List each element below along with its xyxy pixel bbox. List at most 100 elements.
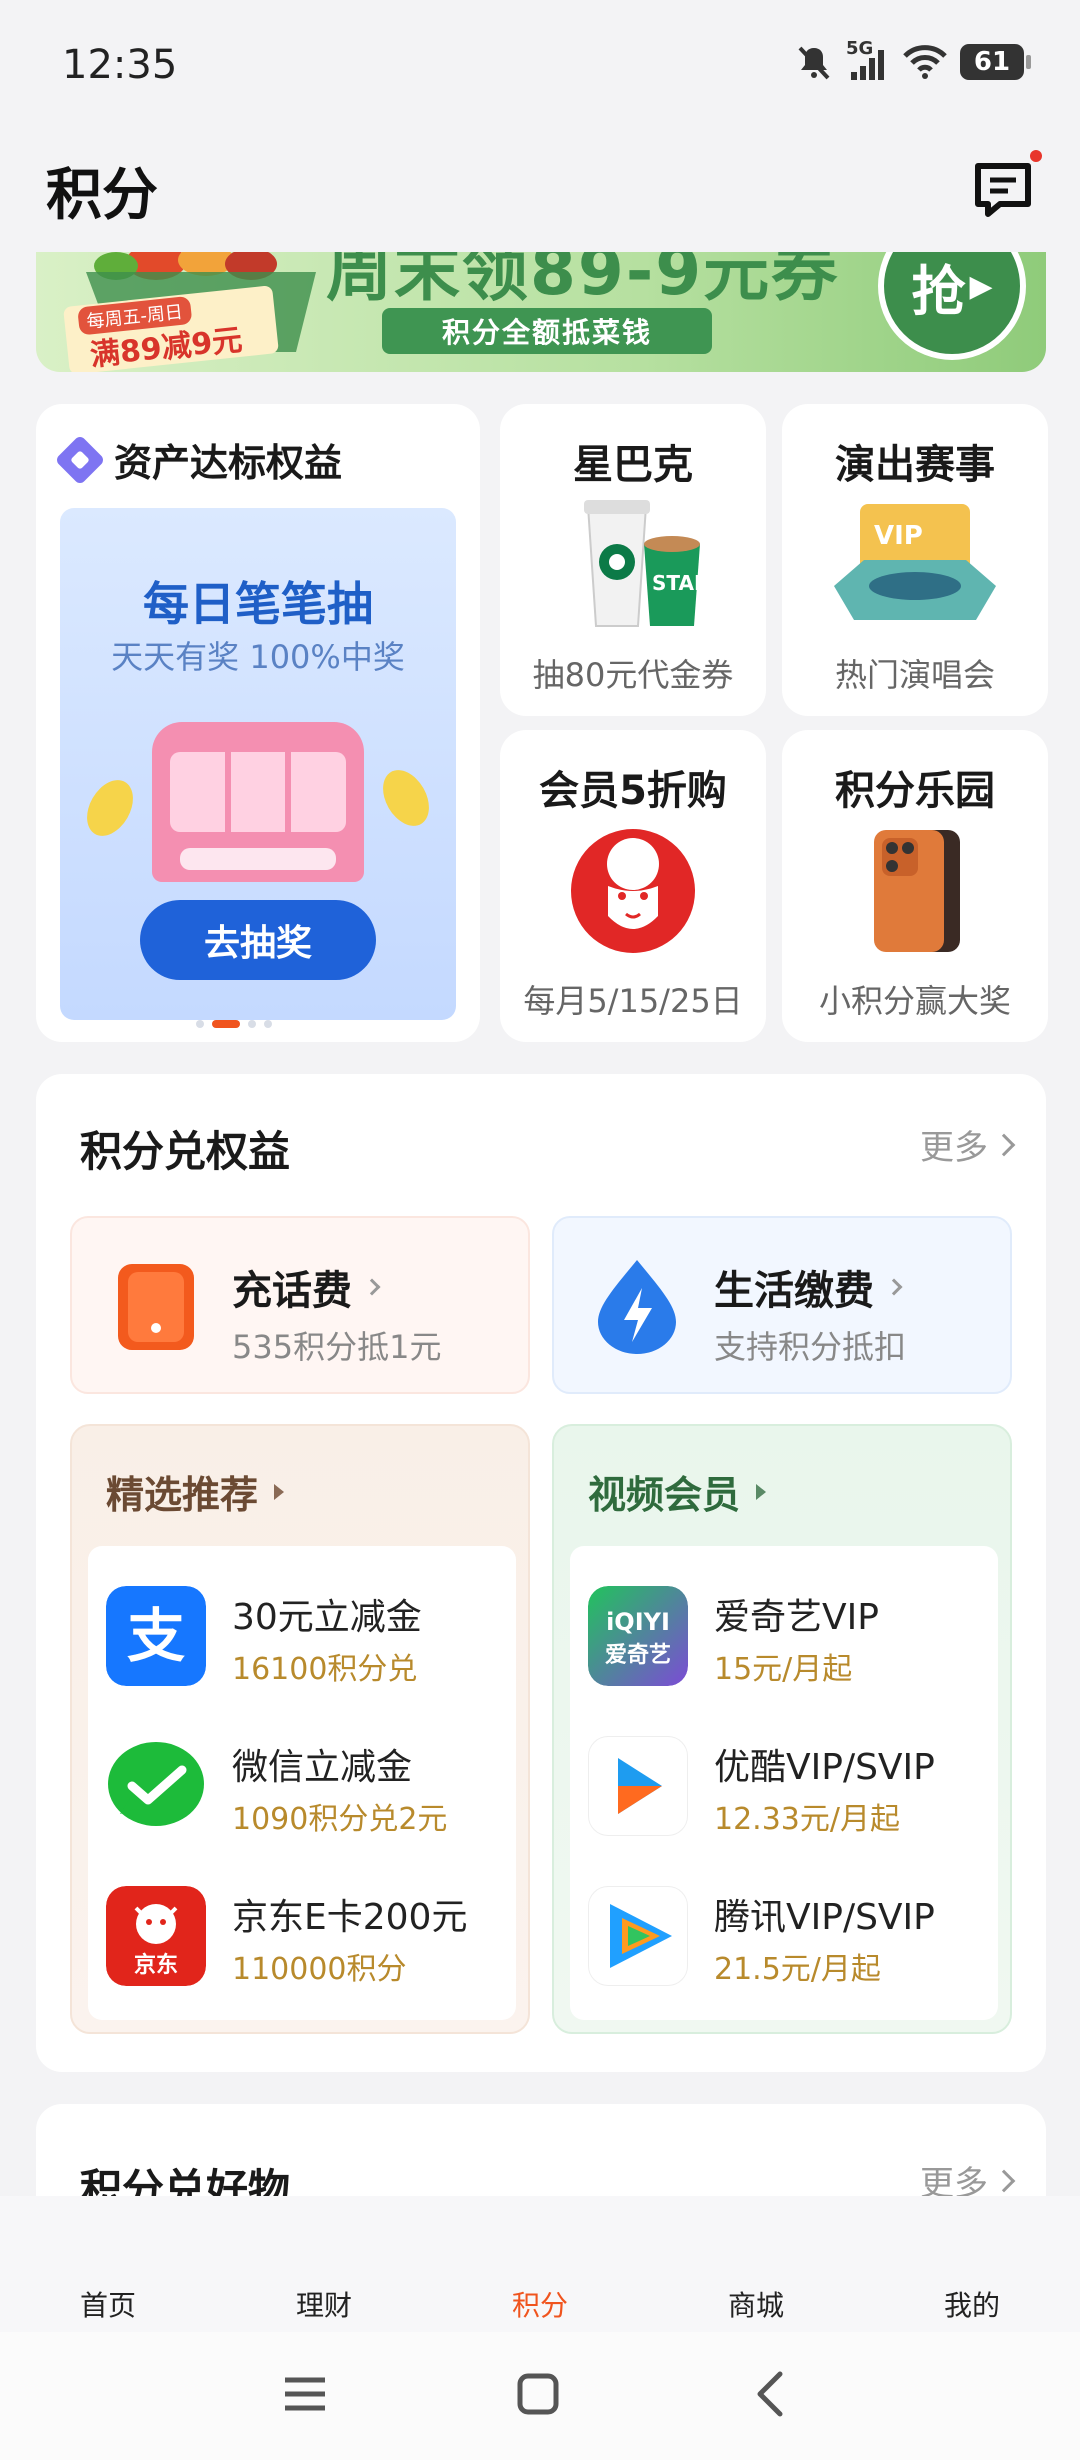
- mini-card-subtitle: 每月5/15/25日: [523, 982, 743, 1020]
- video-header[interactable]: 视频会员: [588, 1464, 767, 1519]
- chevron-right-icon: [885, 1278, 903, 1296]
- list-item[interactable]: 优酷VIP/SVIP 12.33元/月起: [588, 1732, 988, 1840]
- triangle-right-icon: [274, 1483, 285, 1500]
- mute-icon: [798, 46, 830, 80]
- bottom-tab-bar: 首页 理财 积分 商城 我的: [0, 2196, 1080, 2332]
- phone-prize-icon: [874, 830, 960, 952]
- slot-machine-icon: [152, 722, 364, 882]
- item-name: 腾讯VIP/SVIP: [714, 1897, 935, 1938]
- message-button[interactable]: [970, 150, 1042, 222]
- svg-text:STAR: STAR: [652, 571, 709, 595]
- recharge-label: 充话费: [232, 1268, 352, 1314]
- status-time: 12:35: [62, 42, 178, 88]
- triangle-right-icon: [756, 1483, 767, 1500]
- menu-icon[interactable]: [282, 2374, 328, 2414]
- list-item[interactable]: 支 30元立减金 16100积分兑: [106, 1582, 506, 1690]
- item-price: 16100积分兑: [232, 1652, 418, 1687]
- mini-card-subtitle: 热门演唱会: [834, 656, 995, 694]
- tab-mine[interactable]: 我的: [912, 2284, 1032, 2324]
- play-arrow-icon: ▶: [969, 268, 993, 304]
- chevron-right-icon: [992, 1133, 1016, 1156]
- page-title: 积分: [46, 163, 158, 228]
- mini-card-title: 星巴克: [573, 442, 693, 488]
- daily-draw-promo[interactable]: 每日笔笔抽 天天有奖 100%中奖 去抽奖: [60, 508, 456, 1020]
- system-nav-bar: [0, 2332, 1080, 2460]
- video-title: 视频会员: [588, 1473, 741, 1517]
- grab-label: 抢: [911, 259, 966, 323]
- item-price: 1090积分兑2元: [232, 1802, 448, 1837]
- svg-text:爱奇艺: 爱奇艺: [605, 1642, 671, 1668]
- tencent-video-icon: [588, 1886, 688, 1986]
- item-price: 21.5元/月起: [714, 1952, 881, 1987]
- list-item[interactable]: iQIYI 爱奇艺 爱奇艺VIP 15元/月起: [588, 1582, 988, 1690]
- back-icon[interactable]: [752, 2370, 788, 2418]
- tab-wealth[interactable]: 理财: [264, 2284, 384, 2324]
- grab-button[interactable]: 抢 ▶: [878, 252, 1026, 360]
- svg-text:支: 支: [127, 1602, 185, 1670]
- message-icon: [975, 163, 1031, 217]
- tab-home[interactable]: 首页: [48, 2284, 168, 2324]
- mini-card-title: 积分乐园: [835, 768, 995, 814]
- battery-icon: 61: [960, 44, 1031, 80]
- svg-text:iQIYI: iQIYI: [606, 1608, 670, 1636]
- featured-title: 精选推荐: [106, 1473, 259, 1517]
- home-square-icon[interactable]: [516, 2372, 560, 2416]
- notification-dot: [1030, 150, 1042, 162]
- utility-title: 生活缴费: [714, 1258, 903, 1316]
- recharge-desc: 535积分抵1元: [232, 1328, 442, 1366]
- item-name: 微信立减金: [232, 1747, 413, 1788]
- list-item[interactable]: 微信立减金 1090积分兑2元: [106, 1732, 506, 1840]
- utility-label: 生活缴费: [714, 1268, 874, 1314]
- item-price: 12.33元/月起: [714, 1802, 900, 1837]
- youku-icon: [588, 1736, 688, 1836]
- promo-subtitle: 天天有奖 100%中奖: [111, 638, 405, 676]
- jd-icon: 京东: [106, 1886, 206, 1986]
- promo-banner[interactable]: 每周五-周日 满89减9元 周末领89-9元券 积分全额抵菜钱 抢 ▶: [36, 252, 1046, 372]
- promo-title: 每日笔笔抽: [143, 577, 373, 631]
- coffee-cups-icon: STAR: [584, 500, 709, 627]
- more-label: 更多: [920, 1128, 988, 1168]
- list-item[interactable]: 京东 京东E卡200元 110000积分: [106, 1882, 506, 1990]
- recharge-card[interactable]: 充话费 535积分抵1元: [70, 1216, 530, 1394]
- tab-mall[interactable]: 商城: [696, 2284, 816, 2324]
- diamond-icon: [54, 434, 106, 485]
- stadium-ticket-icon: VIP: [834, 504, 996, 620]
- video-membership-box: 视频会员 iQIYI 爱奇艺 爱奇艺VIP 15元/月起 优酷VIP/SVIP 1…: [552, 1424, 1012, 2034]
- mini-card-shows[interactable]: 演出赛事 VIP 热门演唱会: [782, 404, 1048, 716]
- asset-card-header: 资产达标权益: [54, 432, 343, 487]
- mini-card-subtitle: 抽80元代金券: [532, 656, 734, 694]
- banner-headline: 周末领89-9元券: [326, 252, 840, 310]
- chevron-right-icon: [992, 2169, 1016, 2192]
- mini-card-points-park[interactable]: 积分乐园 小积分赢大奖: [782, 730, 1048, 1042]
- recharge-title: 充话费: [232, 1258, 381, 1316]
- featured-list: 支 30元立减金 16100积分兑 微信立减金 1090积分兑2元 京东 京东E…: [88, 1546, 516, 2020]
- item-price: 110000积分: [232, 1952, 407, 1987]
- tab-points[interactable]: 积分: [480, 2284, 600, 2324]
- redeem-benefits-section: 积分兑权益 更多 充话费 535积分抵1元 生活缴费 支持积分抵扣 精选推荐 支…: [36, 1074, 1046, 2072]
- draw-button[interactable]: 去抽奖: [140, 900, 376, 980]
- carousel-indicator: [196, 1020, 272, 1028]
- status-icons: 5G 61: [794, 38, 1031, 84]
- signal-icon: 5G: [846, 38, 890, 82]
- coin-icon: [373, 762, 439, 834]
- chevron-right-icon: [363, 1278, 381, 1296]
- utility-payment-card[interactable]: 生活缴费 支持积分抵扣: [552, 1216, 1012, 1394]
- status-bar: 12:35 5G 61: [0, 0, 1080, 130]
- list-item[interactable]: 腾讯VIP/SVIP 21.5元/月起: [588, 1882, 988, 1990]
- section-title: 积分兑权益: [80, 1127, 291, 1176]
- svg-text:京东: 京东: [134, 1952, 178, 1978]
- more-link[interactable]: 更多: [920, 1120, 1016, 1169]
- mini-card-member-discount[interactable]: 会员5折购 每月5/15/25日: [500, 730, 766, 1042]
- mini-card-starbucks[interactable]: 星巴克 STAR 抽80元代金券: [500, 404, 766, 716]
- lightning-drop-icon: [598, 1260, 676, 1354]
- item-name: 爱奇艺VIP: [714, 1597, 879, 1638]
- wifi-icon: [903, 45, 947, 79]
- video-list: iQIYI 爱奇艺 爱奇艺VIP 15元/月起 优酷VIP/SVIP 12.33元…: [570, 1546, 998, 2020]
- asset-benefit-card[interactable]: 资产达标权益 每日笔笔抽 天天有奖 100%中奖 去抽奖: [36, 404, 480, 1042]
- featured-header[interactable]: 精选推荐: [106, 1464, 285, 1519]
- phone-recharge-icon: [118, 1264, 194, 1350]
- featured-recommend-box: 精选推荐 支 30元立减金 16100积分兑 微信立减金 1090积分兑2元 京…: [70, 1424, 530, 2034]
- asset-card-title: 资产达标权益: [114, 441, 343, 485]
- iqiyi-icon: iQIYI 爱奇艺: [588, 1586, 688, 1686]
- item-name: 30元立减金: [232, 1597, 422, 1638]
